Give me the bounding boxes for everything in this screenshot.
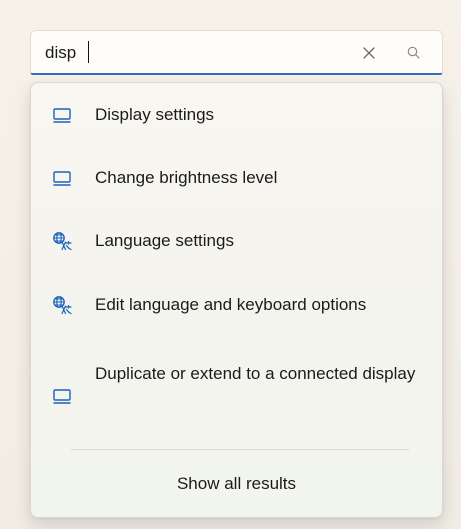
- language-icon: [53, 296, 72, 315]
- search-box[interactable]: [30, 30, 443, 75]
- clear-button[interactable]: [357, 41, 381, 65]
- result-language-settings[interactable]: Language settings: [31, 219, 442, 263]
- result-display-settings[interactable]: Display settings: [31, 93, 442, 137]
- monitor-icon: [53, 108, 71, 123]
- close-icon: [363, 47, 375, 59]
- result-label: Change brightness level: [95, 168, 278, 187]
- monitor-icon: [53, 389, 71, 404]
- result-duplicate-extend-display[interactable]: Duplicate or extend to a connected displ…: [31, 353, 442, 419]
- monitor-icon: [53, 171, 71, 186]
- result-change-brightness[interactable]: Change brightness level: [31, 156, 442, 200]
- search-icon: [407, 46, 420, 59]
- search-button[interactable]: [402, 41, 426, 65]
- show-all-results-button[interactable]: Show all results: [31, 463, 442, 505]
- result-label: Language settings: [95, 231, 234, 250]
- text-caret: [88, 41, 89, 63]
- result-edit-language-keyboard[interactable]: Edit language and keyboard options: [31, 283, 442, 327]
- result-label: Edit language and keyboard options: [95, 295, 367, 314]
- language-icon: [53, 232, 72, 251]
- search-input[interactable]: [45, 41, 345, 65]
- result-label: Display settings: [95, 105, 215, 124]
- result-label: Duplicate or extend to a connected displ…: [95, 364, 416, 383]
- search-results-flyout: Display settings Change brightness level…: [30, 82, 443, 518]
- divider: [71, 449, 409, 450]
